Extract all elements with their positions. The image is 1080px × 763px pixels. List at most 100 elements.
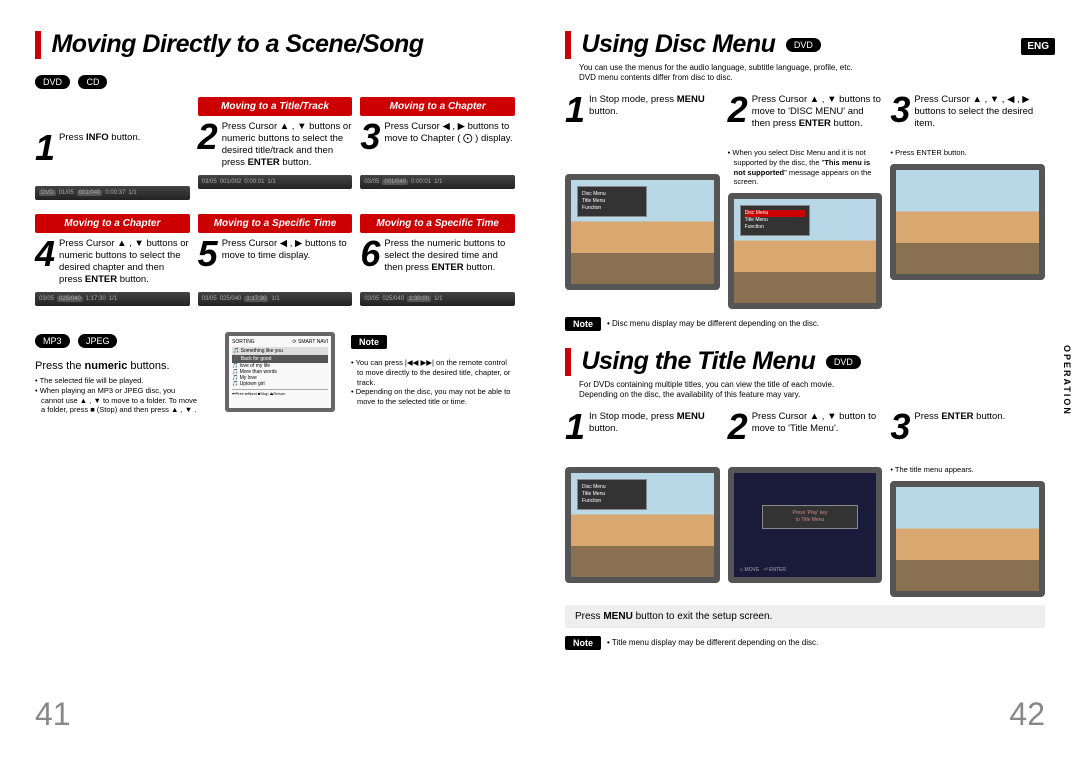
step-text: Press Cursor ▲ , ▼ buttons or numeric bu… — [222, 119, 353, 169]
step-num: 1 — [565, 411, 585, 443]
note-bullets: You can press |◀◀ ▶▶| on the remote cont… — [351, 358, 515, 407]
osd-bar: 03/05025/0401:17:301/1 — [198, 292, 353, 306]
page-number: 42 — [1009, 696, 1045, 733]
page-title: Moving Directly to a Scene/Song — [51, 30, 423, 59]
file-browser-thumb: SORTING⟳ SMART NAVI 🎵 Something like you… — [225, 332, 335, 412]
badge-cd: CD — [78, 75, 107, 89]
badge-row: DVD CD — [35, 73, 515, 91]
title-footnote: Note • Title menu display may be differe… — [565, 636, 1045, 650]
step-num: 4 — [35, 238, 55, 270]
side-tab: OPERATION — [1062, 345, 1072, 416]
tv-thumb: Disc MenuTitle MenuFunction — [565, 174, 720, 290]
step-2: Moving to a Title/Track 2 Press Cursor ▲… — [198, 97, 353, 200]
step-note: Press ENTER button. — [890, 148, 1045, 158]
badge-mp3: MP3 — [35, 334, 70, 348]
title-step-1: 1 In Stop mode, press MENU button. Disc … — [565, 409, 720, 597]
bullet: When playing an MP3 or JPEG disc, you ca… — [41, 386, 199, 415]
badge-dvd: DVD — [35, 75, 70, 89]
osd-bar: 03/05025/0401:17:301/1 — [35, 292, 190, 306]
page-number: 41 — [35, 696, 71, 733]
section-sub: For DVDs containing multiple titles, you… — [579, 380, 1045, 399]
title-steps: 1 In Stop mode, press MENU button. Disc … — [565, 409, 1045, 597]
step-note: The title menu appears. — [890, 465, 1045, 475]
step-num: 1 — [565, 94, 585, 126]
language-badge: ENG — [1021, 38, 1055, 55]
section-sub: You can use the menus for the audio lang… — [579, 63, 1045, 82]
step-text: In Stop mode, press MENU button. — [589, 92, 720, 118]
mp3-bullets: The selected file will be played. When p… — [35, 376, 199, 415]
step-4: Moving to a Chapter 4 Press Cursor ▲ , ▼… — [35, 214, 190, 306]
disc-step-2: 2 Press Cursor ▲ , ▼ buttons to move to … — [728, 92, 883, 309]
step-text: Press Cursor ▲ , ▼ buttons or numeric bu… — [59, 236, 190, 286]
heading-row-2: Using the Title Menu DVD — [565, 347, 1045, 376]
step-text: Press Cursor ▲ , ▼ , ◀ , ▶ buttons to se… — [914, 92, 1045, 130]
step-text: Press Cursor ◀ , ▶ buttons to move to Ch… — [384, 119, 515, 145]
bullet: Depending on the disc, you may not be ab… — [357, 387, 515, 407]
badge-dvd: DVD — [786, 38, 821, 52]
tv-thumb — [890, 164, 1045, 280]
step-header: Moving to a Chapter — [360, 97, 515, 116]
step-text: Press Cursor ▲ , ▼ buttons to move to 'D… — [752, 92, 883, 130]
step-num: 1 — [35, 132, 55, 164]
disc-step-1: 1 In Stop mode, press MENU button. Disc … — [565, 92, 720, 309]
mp3-text: Press the numeric buttons. — [35, 360, 199, 372]
step-text: In Stop mode, press MENU button. — [589, 409, 720, 435]
heading-row: Using Disc Menu DVD — [565, 30, 1045, 59]
badge-jpeg: JPEG — [78, 334, 118, 348]
step-note: When you select Disc Menu and it is not … — [728, 148, 883, 187]
disc-steps: 1 In Stop mode, press MENU button. Disc … — [565, 92, 1045, 309]
disc-footnote: Note • Disc menu display may be differen… — [565, 317, 1045, 331]
step-num: 3 — [360, 121, 380, 153]
tv-thumb: Press 'Play' keyto Title Menu ⬦ MOVE ⏎ E… — [728, 467, 883, 583]
heading-row: Moving Directly to a Scene/Song — [35, 30, 515, 59]
step-text: Press Cursor ▲ , ▼ button to move to 'Ti… — [752, 409, 883, 435]
badge-row-mp3: MP3 JPEG — [35, 332, 199, 350]
step-num: 3 — [890, 94, 910, 126]
note-text: • Disc menu display may be different dep… — [607, 317, 819, 328]
tv-thumb: Disc MenuTitle MenuFunction — [565, 467, 720, 583]
mp3-section: MP3 JPEG Press the numeric buttons. The … — [35, 332, 515, 419]
note-label: Note — [565, 317, 601, 331]
badge-dvd: DVD — [826, 355, 861, 369]
tv-thumb: Disc MenuTitle MenuFunction — [728, 193, 883, 309]
accent-bar — [565, 31, 571, 59]
step-5: Moving to a Specific Time 5 Press Cursor… — [198, 214, 353, 306]
osd-bar: DVD01/05001/0400:00:371/1 — [35, 186, 190, 200]
step-num: 6 — [360, 238, 380, 270]
page-41: Moving Directly to a Scene/Song DVD CD 1… — [0, 0, 540, 763]
title-step-2: 2 Press Cursor ▲ , ▼ button to move to '… — [728, 409, 883, 597]
step-num: 2 — [728, 411, 748, 443]
steps-row-2: Moving to a Chapter 4 Press Cursor ▲ , ▼… — [35, 214, 515, 306]
exit-bar: Press MENU button to exit the setup scre… — [565, 605, 1045, 628]
step-num: 2 — [198, 121, 218, 153]
tv-thumb — [890, 481, 1045, 597]
step-header: Moving to a Title/Track — [198, 97, 353, 116]
step-header: Moving to a Specific Time — [198, 214, 353, 233]
steps-row-1: 1 Press INFO button. DVD01/05001/0400:00… — [35, 97, 515, 200]
accent-bar — [35, 31, 41, 59]
accent-bar — [565, 348, 571, 376]
step-6: Moving to a Specific Time 6 Press the nu… — [360, 214, 515, 306]
step-text: Press Cursor ◀ , ▶ buttons to move to ti… — [222, 236, 353, 262]
section-title: Using the Title Menu — [581, 347, 815, 376]
step-num: 5 — [198, 238, 218, 270]
step-header: Moving to a Specific Time — [360, 214, 515, 233]
bullet: The selected file will be played. — [41, 376, 199, 386]
page-42: ENG OPERATION Using Disc Menu DVD You ca… — [540, 0, 1080, 763]
osd-bar: 03/05001/0400:00:011/1 — [360, 175, 515, 189]
step-text: Press INFO button. — [59, 130, 140, 144]
step-text: Press the numeric buttons to select the … — [384, 236, 515, 274]
title-step-3: 3 Press ENTER button. The title menu app… — [890, 409, 1045, 597]
note-label: Note — [565, 636, 601, 650]
step-1: 1 Press INFO button. DVD01/05001/0400:00… — [35, 97, 190, 200]
bullet: You can press |◀◀ ▶▶| on the remote cont… — [357, 358, 515, 387]
section-title: Using Disc Menu — [581, 30, 775, 59]
note-label: Note — [351, 335, 387, 349]
osd-bar: 03/05025/0401:30:001/1 — [360, 292, 515, 306]
note-text: • Title menu display may be different de… — [607, 636, 818, 647]
step-num: 3 — [890, 411, 910, 443]
step-3: Moving to a Chapter 3 Press Cursor ◀ , ▶… — [360, 97, 515, 200]
step-header: Moving to a Chapter — [35, 214, 190, 233]
disc-step-3: 3 Press Cursor ▲ , ▼ , ◀ , ▶ buttons to … — [890, 92, 1045, 309]
step-text: Press ENTER button. — [914, 409, 1005, 423]
